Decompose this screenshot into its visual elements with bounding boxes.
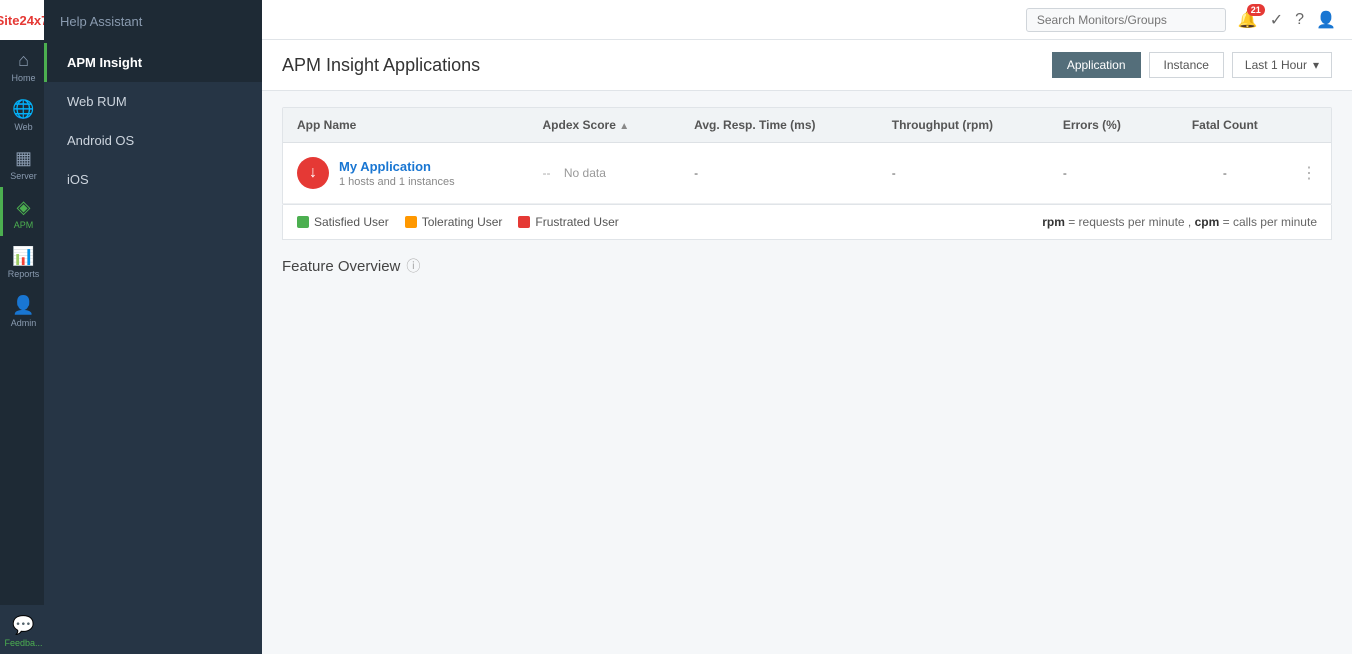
col-throughput: Throughput (rpm) <box>878 108 1049 143</box>
logo: Site24x7 <box>0 0 44 40</box>
sidebar-item-web-rum[interactable]: Web RUM <box>44 82 262 121</box>
apdex-no-data: No data <box>564 166 606 180</box>
main-content: 🔔 21 ✓ ? 👤 APM Insight Applications Appl… <box>262 0 1352 654</box>
top-bar-icons: 🔔 21 ✓ ? 👤 <box>1238 10 1336 30</box>
tab-application[interactable]: Application <box>1052 52 1141 78</box>
sidebar-item-android-os[interactable]: Android OS <box>44 121 262 160</box>
home-icon: ⌂ <box>18 50 29 71</box>
tolerating-label: Tolerating User <box>422 215 503 229</box>
info-icon[interactable]: ⓘ <box>406 256 420 276</box>
app-name[interactable]: My Application <box>339 159 455 174</box>
app-subtitle: 1 hosts and 1 instances <box>339 176 455 188</box>
top-bar: 🔔 21 ✓ ? 👤 <box>262 0 1352 40</box>
avg-resp-time-cell: - <box>680 143 878 204</box>
nav-home[interactable]: ⌂ Home <box>0 40 44 89</box>
tab-instance[interactable]: Instance <box>1149 52 1224 78</box>
header-controls: Application Instance Last 1 Hour ▾ <box>1052 52 1332 78</box>
app-status-icon: ↓ <box>297 157 329 189</box>
col-actions <box>1287 108 1331 143</box>
feature-overview: Feature Overview ⓘ <box>282 256 1332 276</box>
notification-icon[interactable]: 🔔 21 <box>1238 10 1258 30</box>
feature-overview-label: Feature Overview <box>282 258 400 275</box>
time-range-label: Last 1 Hour <box>1245 58 1307 72</box>
fatal-count-cell: - <box>1163 143 1287 204</box>
nav-server[interactable]: ▦ Server <box>0 138 44 187</box>
admin-icon: 👤 <box>12 295 34 316</box>
apdex-dash: -- <box>543 166 551 180</box>
apm-icon: ◈ <box>17 197 31 218</box>
col-avg-resp-time: Avg. Resp. Time (ms) <box>680 108 878 143</box>
sidebar-item-ios[interactable]: iOS <box>44 160 262 199</box>
legend-frustrated: Frustrated User <box>518 215 618 229</box>
apdex-score-cell: -- No data <box>529 143 681 204</box>
frustrated-dot <box>518 216 530 228</box>
satisfied-label: Satisfied User <box>314 215 389 229</box>
satisfied-dot <box>297 216 309 228</box>
nav-admin-label: Admin <box>11 318 37 328</box>
user-avatar[interactable]: 👤 <box>1316 10 1336 30</box>
legend-tolerating: Tolerating User <box>405 215 503 229</box>
checkmark-icon[interactable]: ✓ <box>1270 10 1283 30</box>
nav-admin[interactable]: 👤 Admin <box>0 285 44 334</box>
table-header-row: App Name Apdex Score ▲ Avg. Resp. Time (… <box>283 108 1331 143</box>
page-header: APM Insight Applications Application Ins… <box>262 40 1352 91</box>
feedback-icon: 💬 <box>12 615 34 636</box>
nav-server-label: Server <box>10 171 37 181</box>
errors-cell: - <box>1049 143 1163 204</box>
web-icon: 🌐 <box>12 99 34 120</box>
sidebar-item-apm-insight[interactable]: APM Insight <box>44 43 262 82</box>
time-range-dropdown[interactable]: Last 1 Hour ▾ <box>1232 52 1332 78</box>
chevron-down-icon: ▾ <box>1313 58 1319 72</box>
throughput-cell: - <box>878 143 1049 204</box>
app-name-cell: ↓ My Application 1 hosts and 1 instances <box>283 143 529 204</box>
text-sidebar: Help Assistant APM Insight Web RUM Andro… <box>44 0 262 654</box>
col-errors: Errors (%) <box>1049 108 1163 143</box>
tolerating-dot <box>405 216 417 228</box>
help-icon[interactable]: ? <box>1295 11 1304 29</box>
table-row: ↓ My Application 1 hosts and 1 instances… <box>283 143 1331 204</box>
row-actions-cell: ⋮ <box>1287 143 1331 204</box>
nav-reports-label: Reports <box>8 269 40 279</box>
server-icon: ▦ <box>15 148 32 169</box>
page-title: APM Insight Applications <box>282 55 480 76</box>
feedback-label: Feedba... <box>4 638 42 648</box>
nav-web-label: Web <box>14 122 32 132</box>
legend-note: rpm = requests per minute , cpm = calls … <box>1042 215 1317 229</box>
data-table-container: App Name Apdex Score ▲ Avg. Resp. Time (… <box>282 107 1332 205</box>
nav-home-label: Home <box>11 73 35 83</box>
row-menu-icon[interactable]: ⋮ <box>1301 165 1317 182</box>
legend-satisfied: Satisfied User <box>297 215 389 229</box>
nav-feedback[interactable]: 💬 Feedba... <box>0 605 44 654</box>
col-app-name: App Name <box>283 108 529 143</box>
col-apdex-score: Apdex Score ▲ <box>529 108 681 143</box>
nav-web[interactable]: 🌐 Web <box>0 89 44 138</box>
logo-site: Site <box>0 13 19 28</box>
search-input[interactable] <box>1026 8 1226 32</box>
sort-asc-icon[interactable]: ▲ <box>619 121 629 132</box>
sidebar-help-assistant[interactable]: Help Assistant <box>44 0 262 43</box>
reports-icon: 📊 <box>12 246 34 267</box>
nav-apm-label: APM <box>14 220 34 230</box>
frustrated-label: Frustrated User <box>535 215 618 229</box>
app-table: App Name Apdex Score ▲ Avg. Resp. Time (… <box>283 108 1331 204</box>
legend-items: Satisfied User Tolerating User Frustrate… <box>297 215 619 229</box>
icon-sidebar: Site24x7 ⌂ Home 🌐 Web ▦ Server ◈ APM 📊 R… <box>0 0 44 654</box>
legend-area: Satisfied User Tolerating User Frustrate… <box>282 205 1332 240</box>
notification-badge: 21 <box>1247 4 1265 16</box>
col-fatal-count: Fatal Count <box>1163 108 1287 143</box>
nav-apm[interactable]: ◈ APM <box>0 187 44 236</box>
nav-reports[interactable]: 📊 Reports <box>0 236 44 285</box>
